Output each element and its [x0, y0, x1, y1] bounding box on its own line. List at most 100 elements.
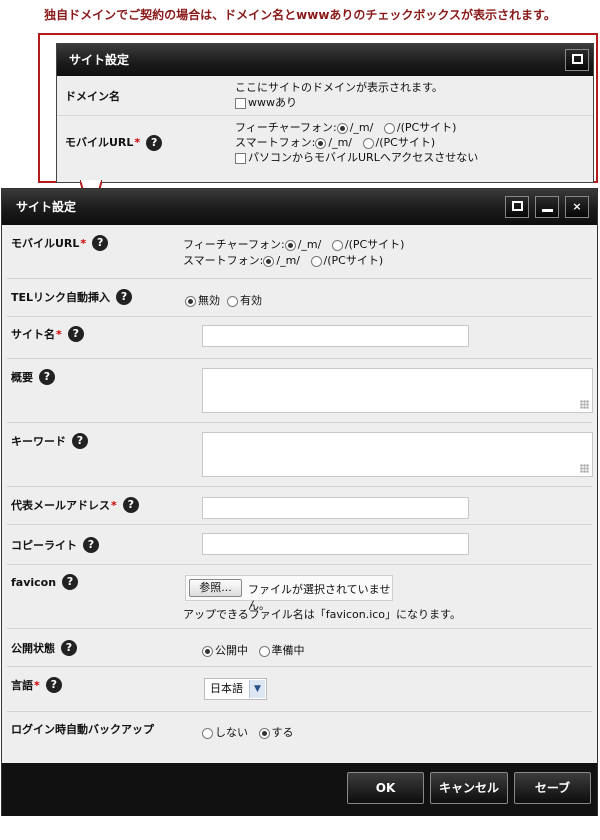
www-checkbox[interactable] [235, 97, 246, 109]
back-maximize-icon[interactable] [565, 49, 589, 71]
radio-preparing[interactable] [258, 645, 270, 657]
tel-off-label: 無効 [198, 294, 220, 307]
opt-m-label: /_m/ [328, 136, 353, 149]
auto-backup-label: ログイン時自動バックアップ [11, 723, 154, 736]
radio-backup-yes[interactable] [258, 727, 270, 739]
window-title: サイト設定 [16, 200, 77, 214]
back-feature-phone-row: フィーチャーフォン: /_m/ /(PCサイト) [235, 120, 478, 135]
back-settings-window: サイト設定 ドメイン名 ここにサイトのドメインが表示されます。 wwwあり モバ… [56, 43, 594, 183]
back-www-option[interactable]: wwwあり [235, 95, 443, 110]
required-mark: * [80, 236, 87, 250]
row-language: 言語 *? 日本語 ▼ [7, 667, 592, 712]
feature-phone-label: フィーチャーフォン: [235, 121, 337, 134]
back-smart-phone-row: スマートフォン: /_m/ /(PCサイト) [235, 135, 478, 150]
radio-pc[interactable] [383, 122, 395, 134]
language-label-text: 言語 [11, 679, 33, 692]
tel-on-label: 有効 [240, 294, 262, 307]
opt-m-label: /_m/ [276, 254, 301, 267]
public-label: 公開中 [215, 644, 248, 657]
row-publish: 公開状態? 公開中 準備中 [7, 629, 592, 667]
keyword-textarea[interactable] [202, 432, 593, 477]
back-domain-text: ここにサイトのドメインが表示されます。 [235, 81, 443, 94]
help-icon[interactable]: ? [146, 135, 163, 151]
language-label: 言語 *? [11, 677, 62, 693]
radio-feature-m[interactable] [284, 239, 296, 251]
favicon-file-input[interactable]: 参照... ファイルが選択されていません。 [185, 575, 393, 612]
required-mark: * [111, 498, 117, 512]
browse-button[interactable]: 参照... [189, 579, 242, 597]
publish-label-text: 公開状態 [11, 642, 55, 655]
row-tel-link: TELリンク自動挿入? 無効 有効 [7, 279, 592, 317]
required-mark: * [34, 678, 40, 692]
minimize-icon[interactable] [535, 196, 559, 218]
radio-m[interactable] [315, 137, 327, 149]
close-icon[interactable]: × [565, 196, 589, 218]
save-button[interactable]: セーブ [514, 772, 591, 804]
email-input[interactable] [202, 497, 469, 519]
help-icon[interactable]: ? [122, 497, 139, 513]
row-summary: 概要? [7, 359, 593, 423]
keyword-label-text: キーワード [11, 435, 66, 448]
radio-public[interactable] [202, 645, 213, 657]
help-icon[interactable]: ? [45, 677, 62, 693]
back-window-title-text: サイト設定 [69, 53, 130, 67]
help-icon[interactable]: ? [116, 289, 133, 305]
row-copyright: コピーライト? [7, 525, 592, 565]
opt-m-label: /_m/ [349, 121, 374, 134]
radio-feature-pc[interactable] [331, 239, 343, 251]
help-icon[interactable]: ? [67, 326, 84, 342]
opt-pc-label: /(PCサイト) [396, 121, 457, 134]
auto-backup-options: しない する [202, 724, 294, 740]
help-icon[interactable]: ? [72, 433, 88, 449]
back-mobile-label: モバイルURL*? [57, 116, 227, 176]
radio-pc[interactable] [362, 137, 374, 149]
row-favicon: favicon? 参照... ファイルが選択されていません。 アップできるファイ… [7, 565, 592, 629]
window-titlebar: サイト設定 × [2, 189, 597, 225]
radio-tel-on[interactable] [227, 295, 238, 307]
back-no-pc-row[interactable]: パソコンからモバイルURLへアクセスさせない [235, 150, 478, 165]
row-email: 代表メールアドレス *? [7, 487, 592, 525]
radio-m[interactable] [336, 122, 348, 134]
help-icon[interactable]: ? [92, 235, 109, 251]
favicon-note: アップできるファイル名は「favicon.ico」になります。 [183, 608, 461, 621]
back-domain-value: ここにサイトのドメインが表示されます。 wwwあり [227, 76, 443, 115]
feature-phone-row: フィーチャーフォン: /_m/ /(PCサイト) [183, 237, 404, 253]
copyright-label-text: コピーライト [11, 539, 77, 552]
help-icon[interactable]: ? [61, 640, 77, 656]
back-row-mobile: モバイルURL*? フィーチャーフォン: /_m/ /(PCサイト) スマートフォ… [57, 116, 593, 176]
cancel-button[interactable]: キャンセル [430, 772, 508, 804]
radio-smart-pc[interactable] [310, 255, 322, 267]
summary-textarea[interactable] [202, 368, 593, 413]
opt-m-label: /_m/ [297, 238, 322, 251]
language-selected: 日本語 [210, 682, 243, 695]
radio-smart-m[interactable] [263, 255, 275, 267]
resize-grip-icon[interactable] [580, 400, 589, 409]
radio-tel-off[interactable] [185, 295, 196, 307]
tel-link-options: 無効 有効 [185, 292, 262, 308]
language-select[interactable]: 日本語 ▼ [204, 678, 267, 700]
backup-no-label: しない [215, 726, 248, 739]
mobile-url-options: フィーチャーフォン: /_m/ /(PCサイト) スマートフォン: /_m/ /(P… [183, 237, 404, 269]
resize-grip-icon[interactable] [580, 464, 589, 473]
summary-label: 概要? [11, 369, 55, 385]
back-window-title: サイト設定 [57, 44, 593, 76]
help-icon[interactable]: ? [83, 537, 99, 553]
radio-backup-no[interactable] [202, 727, 213, 739]
smart-phone-label: スマートフォン: [183, 254, 264, 267]
instruction-caption: 独自ドメインでご契約の場合は、ドメイン名とwwwありのチェックボックスが表示され… [44, 8, 556, 22]
no-pc-checkbox[interactable] [235, 152, 246, 164]
preparing-label: 準備中 [271, 644, 305, 657]
settings-window: サイト設定 × モバイルURL *? フィーチャーフォン:/_m/ /(PCサイト… [1, 188, 598, 816]
ok-button[interactable]: OK [347, 772, 424, 804]
summary-label-text: 概要 [11, 371, 33, 384]
site-name-label-text: サイト名 [11, 328, 55, 341]
opt-pc-label: /(PCサイト) [344, 238, 405, 251]
help-icon[interactable]: ? [39, 369, 55, 385]
www-label: wwwあり [248, 96, 297, 109]
email-label-text: 代表メールアドレス [11, 499, 110, 512]
chevron-down-icon[interactable]: ▼ [249, 680, 265, 698]
copyright-input[interactable] [202, 533, 469, 555]
copyright-label: コピーライト? [11, 537, 99, 553]
site-name-input[interactable] [202, 325, 469, 347]
maximize-icon[interactable] [505, 196, 529, 218]
